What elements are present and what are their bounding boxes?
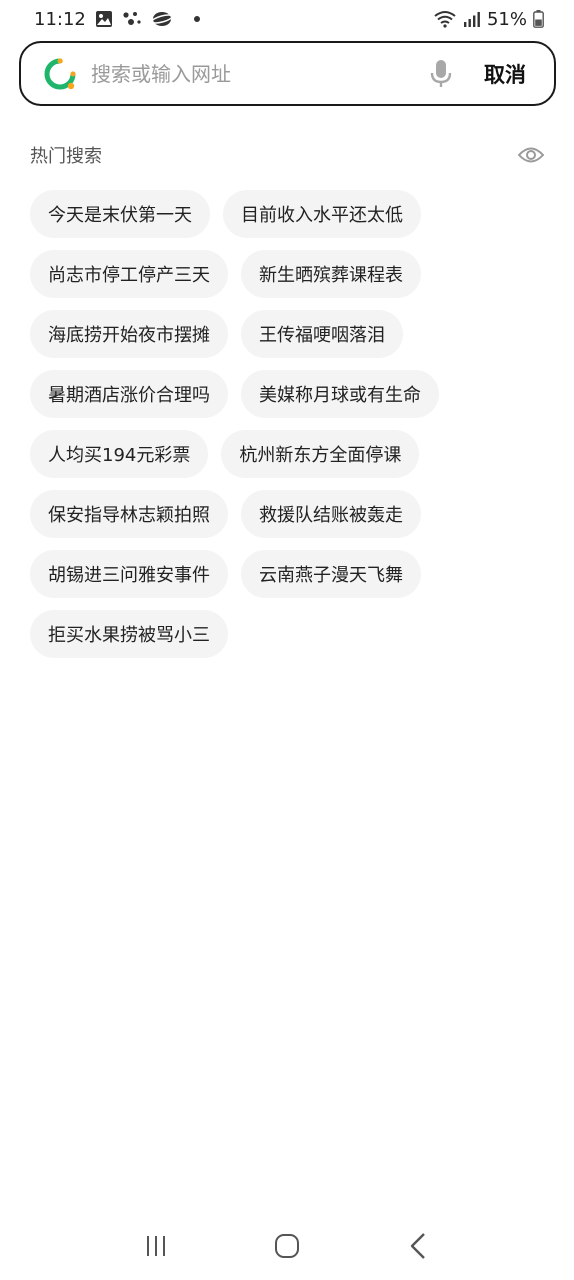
- home-button[interactable]: [267, 1226, 307, 1266]
- tag-row: 暑期酒店涨价合理吗 美媒称月球或有生命: [30, 370, 544, 418]
- hot-search-tag[interactable]: 暑期酒店涨价合理吗: [30, 370, 228, 418]
- hot-search-tag[interactable]: 杭州新东方全面停课: [221, 430, 420, 478]
- hot-search-tag[interactable]: 救援队结账被轰走: [241, 490, 421, 538]
- tag-row: 保安指导林志颖拍照 救援队结账被轰走: [30, 490, 544, 538]
- hot-search-header: 热门搜索: [30, 140, 544, 170]
- tag-row: 拒买水果捞被骂小三: [30, 610, 544, 658]
- hot-search-tag[interactable]: 今天是末伏第一天: [30, 190, 210, 238]
- hot-search-tag[interactable]: 新生晒殡葬课程表: [241, 250, 421, 298]
- tag-row: 海底捞开始夜市摆摊 王传福哽咽落泪: [30, 310, 544, 358]
- hot-search-tag[interactable]: 尚志市停工停产三天: [30, 250, 228, 298]
- tag-row: 今天是末伏第一天 目前收入水平还太低: [30, 190, 544, 238]
- hot-search-tag[interactable]: 目前收入水平还太低: [223, 190, 421, 238]
- hot-search-tag[interactable]: 海底捞开始夜市摆摊: [30, 310, 228, 358]
- home-icon: [274, 1234, 299, 1258]
- status-right: 51%: [433, 9, 544, 30]
- gallery-icon: [95, 11, 112, 27]
- hot-search-tag[interactable]: 云南燕子漫天飞舞: [241, 550, 421, 598]
- more-notifications-dot: [193, 16, 200, 22]
- battery-percent: 51%: [486, 8, 527, 30]
- hot-search-tag[interactable]: 人均买194元彩票: [30, 430, 209, 478]
- hot-search-tag[interactable]: 美媒称月球或有生命: [241, 370, 439, 418]
- planet-icon: [150, 12, 173, 26]
- tag-row: 胡锡进三问雅安事件 云南燕子漫天飞舞: [30, 550, 544, 598]
- recent-apps-button[interactable]: [136, 1226, 176, 1266]
- status-bar: 11:12 51%: [0, 0, 574, 38]
- cancel-button[interactable]: 取消: [484, 59, 526, 89]
- hot-search-tags: 今天是末伏第一天 目前收入水平还太低 尚志市停工停产三天 新生晒殡葬课程表 海底…: [30, 190, 544, 658]
- status-left: 11:12: [34, 9, 200, 30]
- status-time: 11:12: [34, 8, 86, 30]
- back-icon: [411, 1233, 426, 1259]
- navigation-bar: [0, 1212, 574, 1280]
- hot-search-tag[interactable]: 保安指导林志颖拍照: [30, 490, 228, 538]
- recent-apps-icon: [146, 1236, 165, 1256]
- eye-icon[interactable]: [518, 146, 544, 164]
- tag-row: 人均买194元彩票 杭州新东方全面停课: [30, 430, 544, 478]
- battery-icon: [533, 10, 544, 28]
- wifi-icon: [434, 11, 456, 28]
- back-button[interactable]: [398, 1226, 438, 1266]
- tag-row: 尚志市停工停产三天 新生晒殡葬课程表: [30, 250, 544, 298]
- hot-search-tag[interactable]: 王传福哽咽落泪: [241, 310, 403, 358]
- browser-logo-icon: [44, 58, 76, 89]
- app-notification-icon: [123, 12, 141, 25]
- screen: 11:12 51% 搜索或输入网址 取消 热门搜索 今天是末伏第一天 目前收入水…: [0, 0, 574, 1280]
- microphone-icon[interactable]: [428, 59, 454, 89]
- hot-search-tag[interactable]: 胡锡进三问雅安事件: [30, 550, 228, 598]
- signal-icon: [463, 12, 480, 27]
- hot-search-tag[interactable]: 拒买水果捞被骂小三: [30, 610, 228, 658]
- hot-search-title: 热门搜索: [30, 146, 102, 167]
- search-bar: 取消: [19, 41, 556, 106]
- search-input[interactable]: [91, 61, 428, 86]
